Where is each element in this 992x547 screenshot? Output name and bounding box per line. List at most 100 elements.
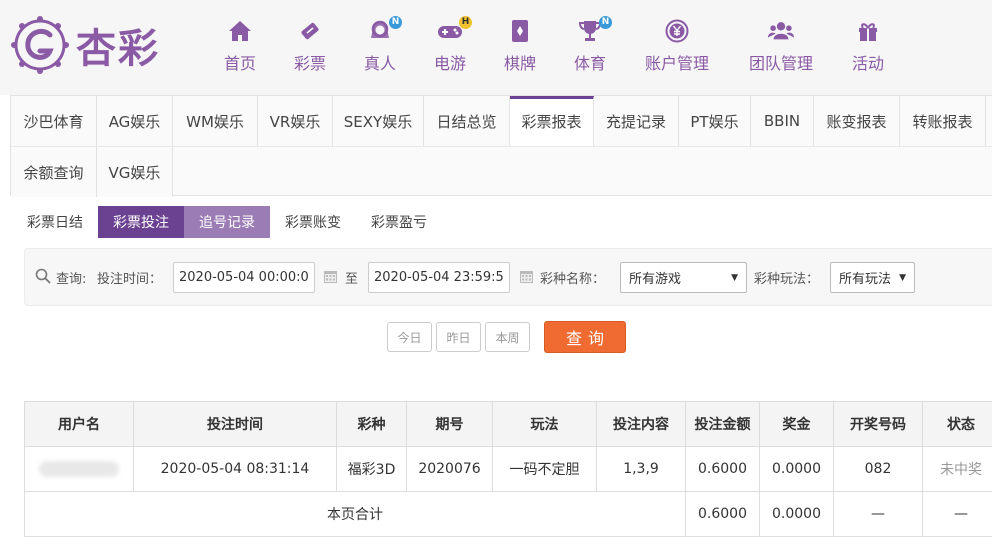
search-button[interactable]: 查询 (544, 321, 626, 353)
subtab-lottery-bets[interactable]: 彩票投注 (98, 206, 184, 238)
tab-transfer-report[interactable]: 转账报表 (900, 96, 986, 146)
report-tabs: 沙巴体育 AG娱乐 WM娱乐 VR娱乐 SEXY娱乐 日结总览 彩票报表 充提记… (10, 95, 992, 197)
col-bet-time: 投注时间 (133, 401, 337, 447)
nav-label: 活动 (851, 54, 884, 73)
subtotal-draw: — (833, 491, 923, 537)
brand-name: 杏彩 (76, 25, 160, 72)
subtab-lottery-daily[interactable]: 彩票日结 (12, 206, 98, 238)
tab-deposit-withdraw[interactable]: 充提记录 (594, 96, 679, 146)
col-content: 投注内容 (596, 401, 686, 447)
cell-lottery: 福彩3D (336, 446, 407, 492)
subtab-lottery-profit-loss[interactable]: 彩票盈亏 (356, 206, 442, 238)
bet-records-table: 用户名 投注时间 彩种 期号 玩法 投注内容 投注金额 奖金 开奖号码 状态 2… (24, 401, 992, 537)
nav-live[interactable]: N 真人 (345, 16, 415, 74)
col-status: 状态 (922, 401, 992, 447)
cell-content: 1,3,9 (596, 446, 686, 492)
to-label: 至 (345, 272, 359, 287)
table-body: 2020-05-04 08:31:14 福彩3D 2020076 一码不定胆 1… (24, 446, 992, 537)
cell-play: 一码不定胆 (492, 446, 597, 492)
nav-lottery[interactable]: 彩票 (275, 18, 345, 74)
cell-prize: 0.0000 (759, 446, 834, 492)
end-time-input[interactable] (368, 262, 510, 293)
tab-balance-query[interactable]: 余额查询 (11, 147, 97, 197)
search-icon (35, 268, 51, 288)
nav-home[interactable]: 首页 (205, 18, 275, 74)
subtab-lottery-account-change[interactable]: 彩票账变 (270, 206, 356, 238)
cell-username (24, 446, 134, 492)
report-tab-row: 余额查询 VG娱乐 (11, 146, 992, 197)
yen-coin-icon (664, 18, 690, 44)
subtotal-label: 本页合计 (24, 491, 686, 537)
table-header: 用户名 投注时间 彩种 期号 玩法 投注内容 投注金额 奖金 开奖号码 状态 (24, 401, 992, 447)
gift-icon (855, 18, 881, 44)
nav-account[interactable]: 账户管理 (625, 18, 729, 74)
nav-promotions[interactable]: 活动 (833, 18, 903, 74)
header-row: 用户名 投注时间 彩种 期号 玩法 投注内容 投注金额 奖金 开奖号码 状态 (24, 401, 992, 447)
query-label: 查询: (56, 272, 87, 287)
lottery-name-select[interactable]: 所有游戏 ▼ (620, 262, 747, 293)
team-icon (768, 18, 794, 44)
home-icon (227, 18, 253, 44)
calendar-icon[interactable] (519, 269, 534, 288)
nav-sports[interactable]: N 体育 (555, 16, 625, 74)
subtotal-prize: 0.0000 (759, 491, 834, 537)
tab-account-change[interactable]: 账变报表 (814, 96, 900, 146)
cell-draw-number: 082 (833, 446, 923, 492)
tab-bbin[interactable]: BBIN (751, 96, 814, 146)
tab-sexy[interactable]: SEXY娱乐 (333, 96, 424, 146)
tab-vr[interactable]: VR娱乐 (258, 96, 333, 146)
tab-wm[interactable]: WM娱乐 (173, 96, 258, 146)
subtotal-row: 本页合计 0.6000 0.0000 — — (24, 491, 992, 537)
chevron-down-icon: ▼ (899, 272, 906, 283)
yesterday-button[interactable]: 昨日 (436, 322, 481, 352)
nav-label: 首页 (223, 54, 256, 73)
cards-icon (507, 18, 533, 44)
nav-label: 棋牌 (503, 54, 536, 73)
tab-lottery-report[interactable]: 彩票报表 (510, 96, 594, 146)
hot-badge: H (459, 16, 472, 29)
top-header: 杏彩 首页 彩票 N 真人 H 电游 棋牌 N 体育 账户管理 团队管理 活动 (0, 0, 992, 95)
nav-label: 体育 (573, 54, 606, 73)
redacted-username (39, 461, 119, 477)
col-issue: 期号 (406, 401, 493, 447)
nav-label: 真人 (363, 54, 396, 73)
report-tab-row: 沙巴体育 AG娱乐 WM娱乐 VR娱乐 SEXY娱乐 日结总览 彩票报表 充提记… (11, 96, 992, 146)
nav-team[interactable]: 团队管理 (729, 18, 833, 74)
tab-ag[interactable]: AG娱乐 (97, 96, 173, 146)
col-draw-number: 开奖号码 (833, 401, 923, 447)
subtotal-amount: 0.6000 (685, 491, 760, 537)
col-lottery: 彩种 (336, 401, 407, 447)
today-button[interactable]: 今日 (387, 322, 432, 352)
logo-emblem-icon (11, 16, 69, 74)
col-play: 玩法 (492, 401, 597, 447)
subtab-chase-records[interactable]: 追号记录 (184, 206, 270, 238)
chevron-down-icon: ▼ (731, 272, 738, 283)
start-time-input[interactable] (173, 262, 315, 293)
nav-label: 团队管理 (748, 54, 813, 73)
col-prize: 奖金 (759, 401, 834, 447)
nav-label: 彩票 (293, 54, 326, 73)
cell-bet-time: 2020-05-04 08:31:14 (133, 446, 337, 492)
play-type-label: 彩种玩法： (754, 272, 820, 287)
cell-issue: 2020076 (406, 446, 493, 492)
nav-label: 电游 (433, 54, 466, 73)
lottery-name-label: 彩种名称： (540, 272, 606, 287)
lottery-sub-tabs: 彩票日结 彩票投注 追号记录 彩票账变 彩票盈亏 (12, 206, 442, 238)
col-username: 用户名 (24, 401, 134, 447)
play-type-select[interactable]: 所有玩法 ▼ (830, 262, 915, 293)
tab-saba-sports[interactable]: 沙巴体育 (11, 96, 97, 146)
table-row[interactable]: 2020-05-04 08:31:14 福彩3D 2020076 一码不定胆 1… (24, 446, 992, 492)
nav-egames[interactable]: H 电游 (415, 16, 485, 74)
lottery-ticket-icon (297, 18, 323, 44)
cell-status: 未中奖 (922, 446, 992, 492)
tab-vg[interactable]: VG娱乐 (97, 147, 173, 197)
nav-cards[interactable]: 棋牌 (485, 18, 555, 74)
brand-logo[interactable]: 杏彩 (10, 14, 170, 76)
tab-daily-overview[interactable]: 日结总览 (424, 96, 510, 146)
cell-amount: 0.6000 (685, 446, 760, 492)
nav-label: 账户管理 (644, 54, 709, 73)
calendar-icon[interactable] (323, 269, 338, 288)
tab-pt[interactable]: PT娱乐 (679, 96, 751, 146)
this-week-button[interactable]: 本周 (485, 322, 530, 352)
new-badge: N (599, 16, 612, 29)
